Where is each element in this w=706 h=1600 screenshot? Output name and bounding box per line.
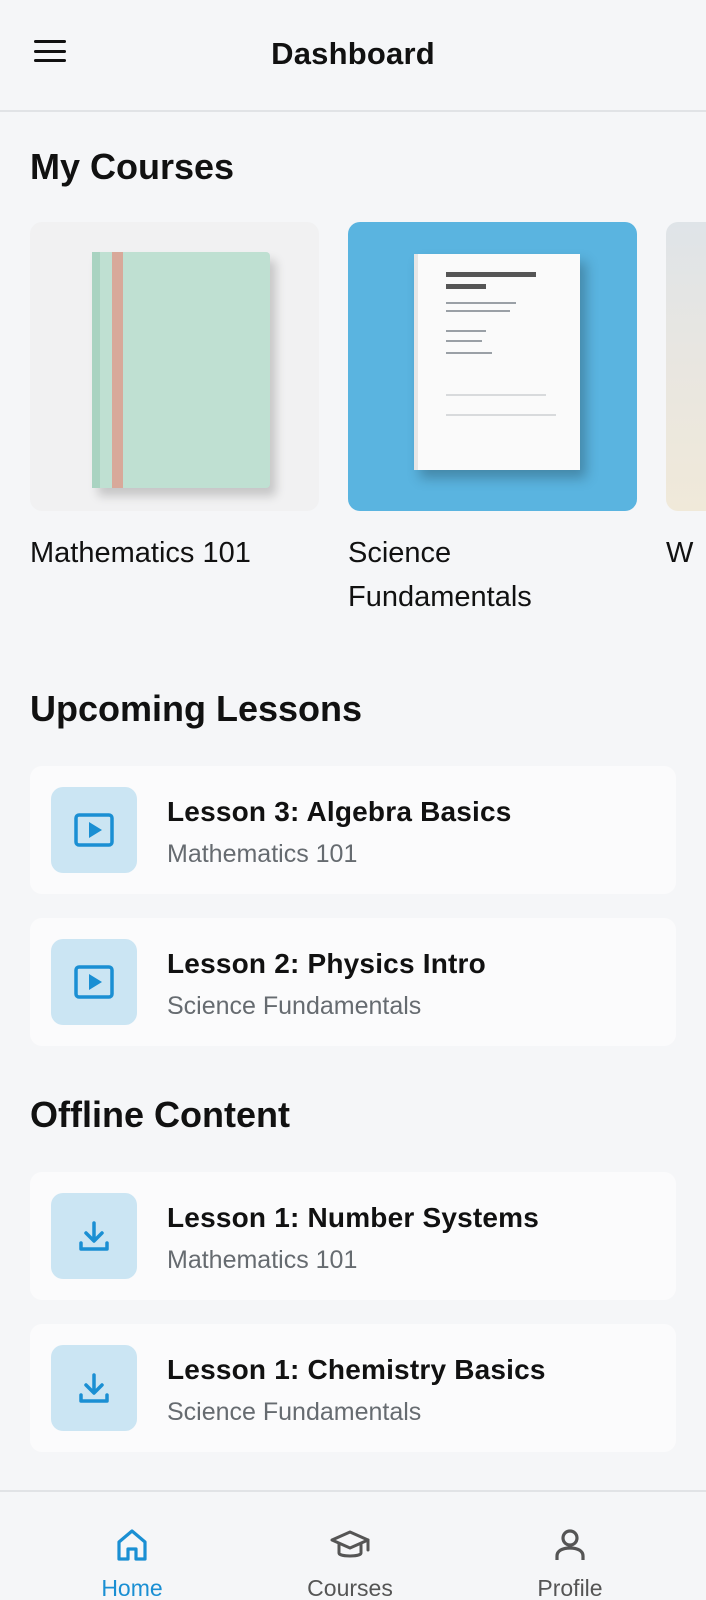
page-title: Dashboard xyxy=(271,36,435,71)
course-thumbnail xyxy=(348,222,637,511)
offline-lesson-item[interactable]: Lesson 1: Number Systems Mathematics 101 xyxy=(30,1172,676,1300)
course-thumbnail xyxy=(30,222,319,511)
nav-label: Home xyxy=(101,1575,163,1600)
nav-profile[interactable]: Profile xyxy=(452,1492,688,1600)
nav-label: Profile xyxy=(537,1575,603,1600)
download-icon xyxy=(51,1193,137,1279)
graduation-cap-icon xyxy=(329,1526,371,1563)
course-card-mathematics[interactable]: Mathematics 101 xyxy=(30,222,319,575)
nav-home[interactable]: Home xyxy=(14,1492,250,1600)
course-card-partial[interactable]: W xyxy=(666,222,706,575)
course-name: W xyxy=(666,537,694,569)
upcoming-lesson-item[interactable]: Lesson 2: Physics Intro Science Fundamen… xyxy=(30,918,676,1046)
play-icon xyxy=(51,787,137,873)
person-icon xyxy=(553,1526,587,1563)
nav-courses[interactable]: Courses xyxy=(232,1492,468,1600)
lesson-course: Science Fundamentals xyxy=(167,992,422,1020)
download-icon xyxy=(51,1345,137,1431)
lesson-course: Science Fundamentals xyxy=(167,1398,422,1426)
offline-content-heading: Offline Content xyxy=(30,1094,290,1135)
book-cover-image xyxy=(92,252,270,488)
course-card-science[interactable]: Science Fundamentals xyxy=(348,222,637,619)
play-icon xyxy=(51,939,137,1025)
bottom-navigation: Home Courses Profile xyxy=(0,1490,706,1600)
lesson-course: Mathematics 101 xyxy=(167,1246,358,1274)
lesson-title: Lesson 1: Chemistry Basics xyxy=(167,1354,546,1385)
course-thumbnail xyxy=(666,222,706,511)
top-app-bar: Dashboard xyxy=(0,0,706,112)
upcoming-lesson-item[interactable]: Lesson 3: Algebra Basics Mathematics 101 xyxy=(30,766,676,894)
offline-lesson-item[interactable]: Lesson 1: Chemistry Basics Science Funda… xyxy=(30,1324,676,1452)
lesson-title: Lesson 1: Number Systems xyxy=(167,1202,540,1233)
courses-carousel[interactable]: Mathematics 101 Science Fundamentals W xyxy=(30,222,706,622)
nav-label: Courses xyxy=(307,1575,393,1600)
app-root: Dashboard My Courses Mathematics 101 Sci… xyxy=(0,0,706,1600)
book-cover-image xyxy=(414,254,580,470)
course-name: Science Fundamentals xyxy=(348,537,532,613)
course-name: Mathematics 101 xyxy=(30,537,251,569)
lesson-course: Mathematics 101 xyxy=(167,840,358,868)
home-icon xyxy=(115,1526,149,1563)
my-courses-heading: My Courses xyxy=(30,146,235,187)
lesson-title: Lesson 3: Algebra Basics xyxy=(167,796,512,827)
lesson-title: Lesson 2: Physics Intro xyxy=(167,948,486,979)
upcoming-lessons-heading: Upcoming Lessons xyxy=(30,688,363,729)
